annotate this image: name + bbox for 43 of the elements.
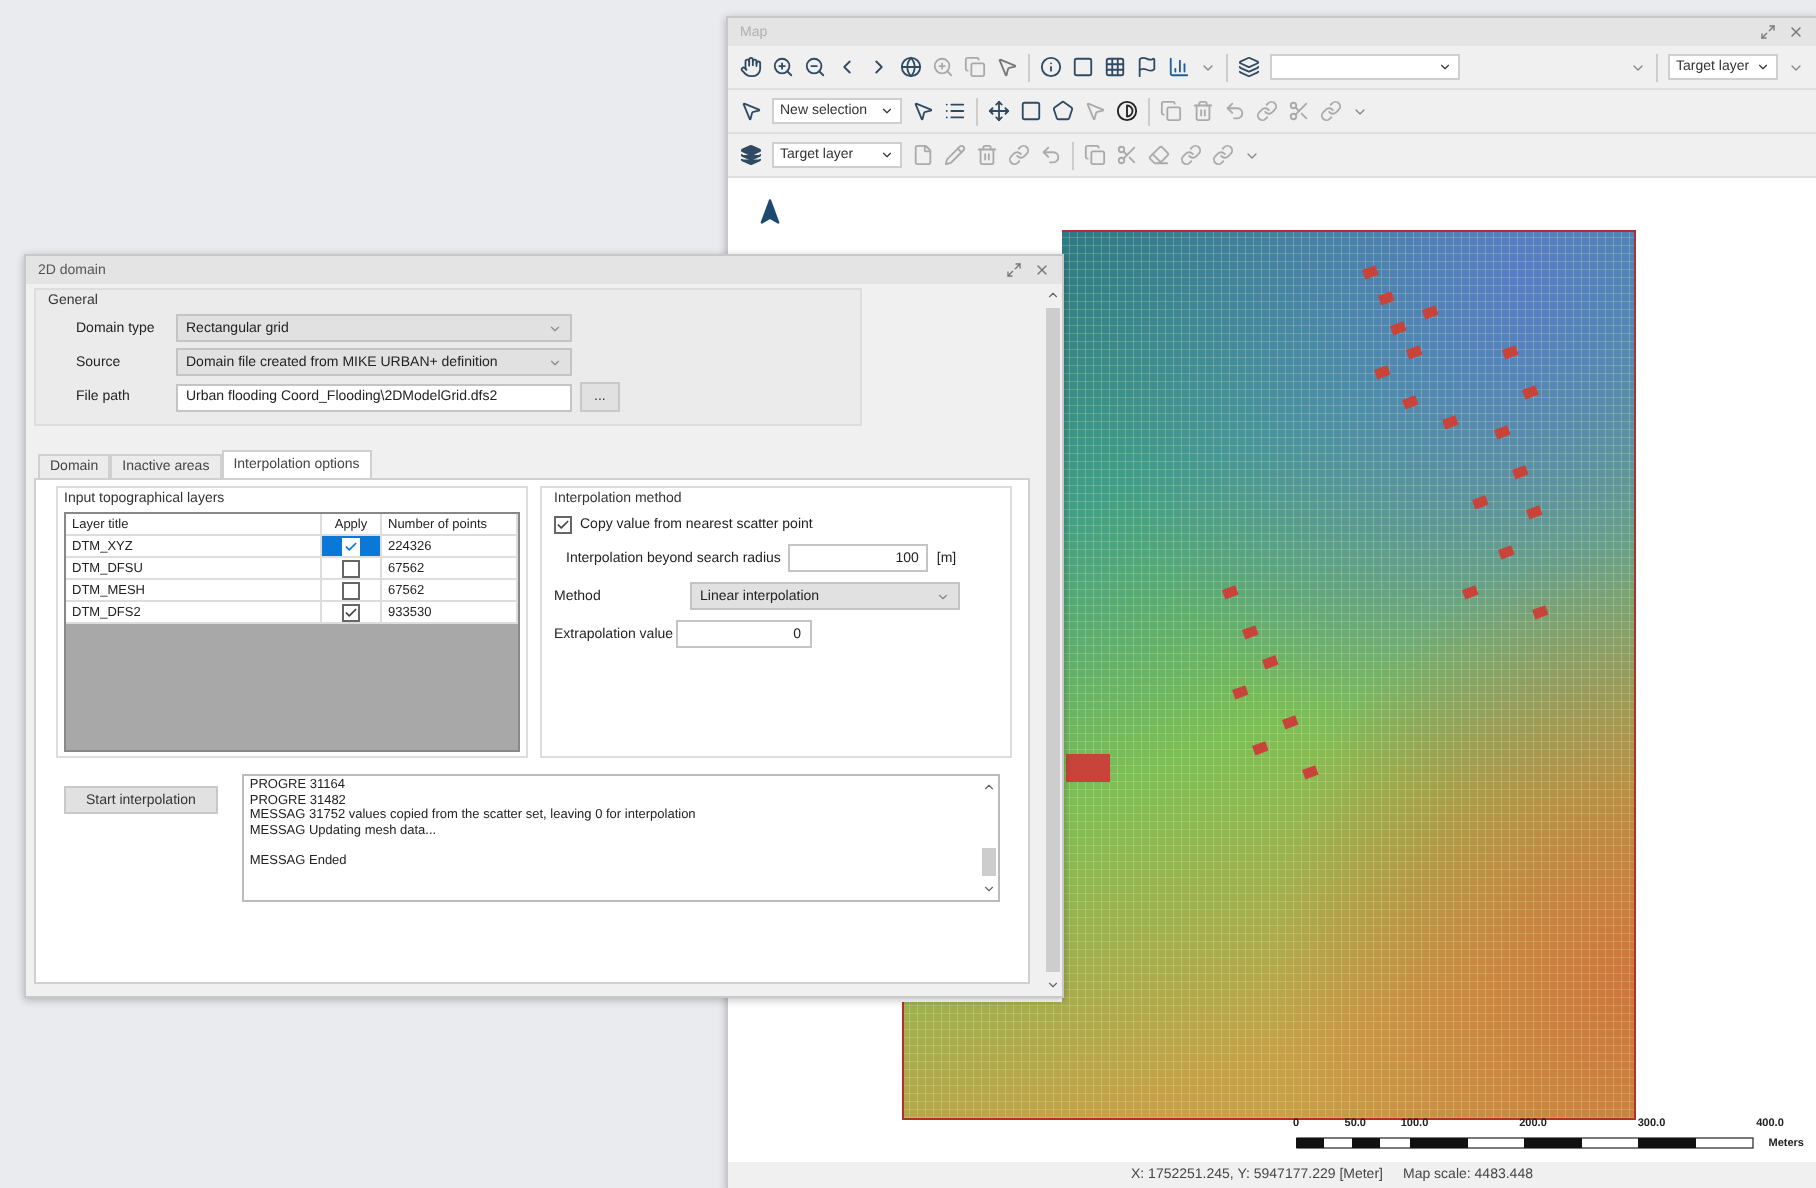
close-icon[interactable] [1788, 24, 1804, 40]
scroll-down-icon[interactable] [1045, 978, 1059, 992]
scroll-up-icon[interactable] [1045, 288, 1059, 302]
apply-cell[interactable] [322, 580, 382, 602]
select-icon[interactable] [740, 100, 762, 122]
apply-cell[interactable] [322, 602, 382, 624]
apply-cell[interactable] [322, 536, 382, 558]
grid-icon[interactable] [1104, 56, 1126, 78]
apply-cell[interactable] [322, 558, 382, 580]
chart-icon[interactable] [1168, 56, 1190, 78]
zoom-in-icon[interactable] [772, 56, 794, 78]
layers-icon[interactable] [1238, 56, 1260, 78]
caret-icon [548, 321, 562, 335]
hand-icon[interactable] [740, 56, 762, 78]
stack-icon[interactable] [740, 144, 762, 166]
caret-icon [880, 148, 894, 162]
rectangle-icon[interactable] [1020, 100, 1042, 122]
list-icon[interactable] [944, 100, 966, 122]
caret-icon [936, 589, 950, 603]
caret-icon [1438, 60, 1452, 74]
caret-icon [1756, 60, 1770, 74]
maximize-icon[interactable] [1006, 262, 1022, 278]
flag-icon[interactable] [1136, 56, 1158, 78]
scrollbar-thumb[interactable] [981, 848, 995, 876]
caret-icon [548, 355, 562, 369]
info-icon[interactable] [1040, 56, 1062, 78]
zoom-out-icon[interactable] [804, 56, 826, 78]
caret-icon [880, 104, 894, 118]
globe-icon[interactable] [900, 56, 922, 78]
scrollbar-thumb[interactable] [1045, 308, 1059, 972]
maximize-icon[interactable] [1760, 24, 1776, 40]
half-circle-icon[interactable] [1116, 100, 1138, 122]
checkbox[interactable] [342, 581, 360, 599]
close-icon[interactable] [1034, 262, 1050, 278]
scroll-down-icon[interactable] [981, 882, 995, 896]
drag-icon[interactable] [988, 100, 1010, 122]
checkbox[interactable] [342, 603, 360, 621]
scroll-up-icon[interactable] [981, 780, 995, 794]
checkbox[interactable] [342, 559, 360, 577]
pointer-icon[interactable] [996, 56, 1018, 78]
checkbox[interactable] [554, 516, 572, 534]
north-arrow-icon [756, 198, 784, 226]
polygon-icon[interactable] [1052, 100, 1074, 122]
